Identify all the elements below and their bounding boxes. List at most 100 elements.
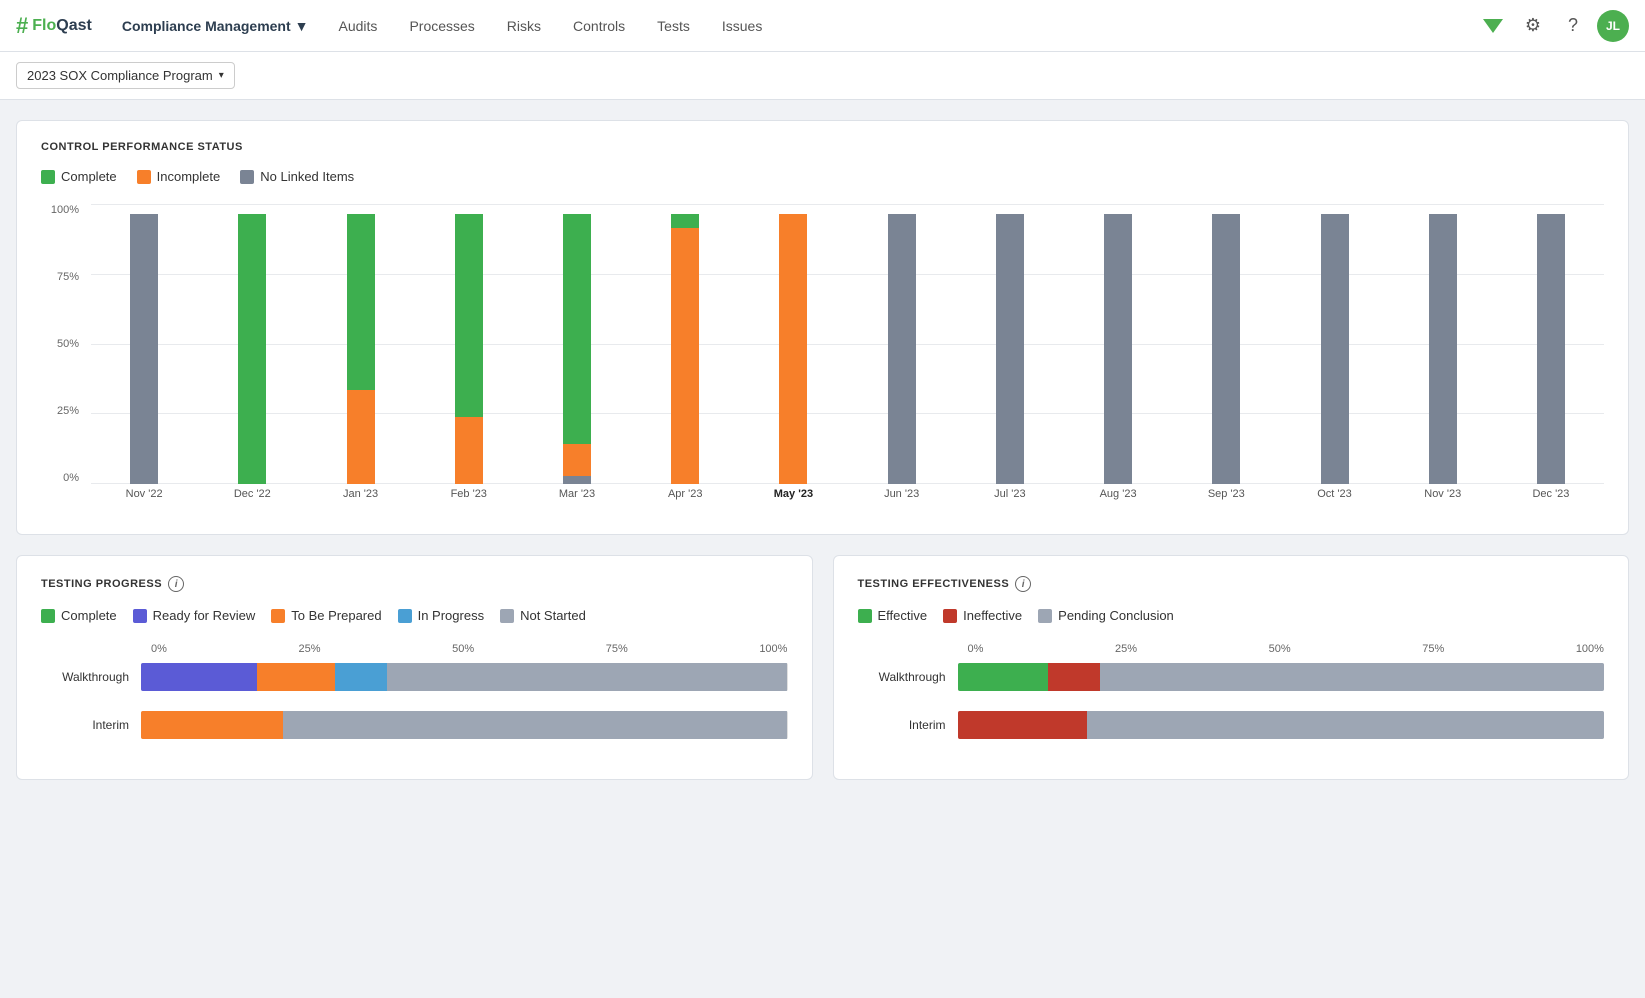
h-bar-label-0: Walkthrough (41, 670, 141, 684)
nav-risks[interactable]: Risks (495, 12, 553, 40)
complete-dot-icon (41, 170, 55, 184)
legend-no-linked: No Linked Items (240, 169, 354, 184)
tp-legend-in-progress: In Progress (398, 608, 484, 623)
tp-tobeprepared-icon (271, 609, 285, 623)
logo-text: FloQast (32, 17, 92, 35)
bottom-row: TESTING PROGRESS i Complete Ready for Re… (16, 555, 1629, 780)
tp-legend-ready: Ready for Review (133, 608, 256, 623)
bar-col-Nov--23 (1390, 204, 1496, 484)
program-label: 2023 SOX Compliance Program (27, 68, 213, 83)
program-selector[interactable]: 2023 SOX Compliance Program ▾ (16, 62, 235, 89)
x-label-Apr--23: Apr '23 (632, 484, 738, 500)
no-linked-segment (563, 476, 591, 484)
x-label-Jun--23: Jun '23 (849, 484, 955, 500)
testing-effectiveness-title: TESTING EFFECTIVENESS (858, 578, 1010, 590)
bar-col-May--23 (740, 204, 846, 484)
nav-audits[interactable]: Audits (327, 12, 390, 40)
y-axis: 100% 75% 50% 25% 0% (41, 204, 87, 484)
question-icon: ? (1568, 15, 1578, 36)
bar-col-Sep--23 (1173, 204, 1279, 484)
settings-button[interactable]: ⚙ (1517, 10, 1549, 42)
tp-x-axis: 0% 25% 50% 75% 100% (41, 643, 788, 655)
bars-container (91, 204, 1604, 484)
incomplete-dot-icon (137, 170, 151, 184)
testing-progress-legend: Complete Ready for Review To Be Prepared… (41, 608, 788, 623)
testing-progress-title: TESTING PROGRESS (41, 578, 162, 590)
no-linked-segment (130, 214, 158, 484)
nav-tests[interactable]: Tests (645, 12, 702, 40)
nav-processes[interactable]: Processes (397, 12, 486, 40)
no-linked-segment (1537, 214, 1565, 484)
control-performance-card: CONTROL PERFORMANCE STATUS Complete Inco… (16, 120, 1629, 535)
h-bar-track-1 (141, 711, 788, 739)
main-content: CONTROL PERFORMANCE STATUS Complete Inco… (0, 100, 1645, 800)
h-bar-seg-0-3 (335, 663, 387, 691)
tp-legend-to-be-prepared: To Be Prepared (271, 608, 381, 623)
x-label-Oct--23: Oct '23 (1281, 484, 1387, 500)
nav-issues[interactable]: Issues (710, 12, 774, 40)
h-bar-seg-0-2 (1100, 663, 1604, 691)
testing-progress-info-icon[interactable]: i (168, 576, 184, 592)
tp-notstarted-icon (500, 609, 514, 623)
h-bar-row-0: Walkthrough (41, 663, 788, 691)
bar-col-Jul--23 (957, 204, 1063, 484)
complete-segment (455, 214, 483, 417)
no-linked-segment (996, 214, 1024, 484)
bar-col-Feb--23 (416, 204, 522, 484)
h-bar-row-1: Interim (41, 711, 788, 739)
x-label-Jan--23: Jan '23 (307, 484, 413, 500)
control-performance-title: CONTROL PERFORMANCE STATUS (41, 141, 1604, 153)
x-label-Jul--23: Jul '23 (957, 484, 1063, 500)
bar-col-Aug--23 (1065, 204, 1171, 484)
legend-complete: Complete (41, 169, 117, 184)
complete-segment (238, 214, 266, 484)
x-label-Nov--22: Nov '22 (91, 484, 197, 500)
x-labels-row: Nov '22Dec '22Jan '23Feb '23Mar '23Apr '… (91, 484, 1604, 514)
no-linked-segment (1429, 214, 1457, 484)
tp-inprogress-icon (398, 609, 412, 623)
logo[interactable]: # FloQast (16, 13, 92, 39)
h-bar-seg-0-0 (958, 663, 1049, 691)
bar-col-Jun--23 (849, 204, 955, 484)
h-bar-seg-1-4 (283, 711, 787, 739)
testing-effectiveness-info-icon[interactable]: i (1015, 576, 1031, 592)
te-pending-icon (1038, 609, 1052, 623)
x-label-Sep--23: Sep '23 (1173, 484, 1279, 500)
help-button[interactable]: ? (1557, 10, 1589, 42)
x-label-Dec--22: Dec '22 (199, 484, 305, 500)
user-avatar[interactable]: JL (1597, 10, 1629, 42)
control-performance-legend: Complete Incomplete No Linked Items (41, 169, 1604, 184)
h-bar-label-1: Interim (858, 718, 958, 732)
te-ineffective-icon (943, 609, 957, 623)
no-linked-segment (1321, 214, 1349, 484)
h-bar-row-1: Interim (858, 711, 1605, 739)
tp-ready-icon (133, 609, 147, 623)
incomplete-segment (455, 417, 483, 485)
filter-icon (1483, 19, 1503, 33)
x-label-Nov--23: Nov '23 (1390, 484, 1496, 500)
nav-controls[interactable]: Controls (561, 12, 637, 40)
h-bar-seg-0-1 (1048, 663, 1100, 691)
h-bar-label-1: Interim (41, 718, 141, 732)
incomplete-segment (563, 444, 591, 476)
complete-label: Complete (61, 169, 117, 184)
no-linked-segment (1212, 214, 1240, 484)
bar-col-Dec--23 (1498, 204, 1604, 484)
incomplete-segment (671, 228, 699, 485)
legend-incomplete: Incomplete (137, 169, 221, 184)
h-bar-label-0: Walkthrough (858, 670, 958, 684)
compliance-management-dropdown[interactable]: Compliance Management ▼ (112, 12, 319, 40)
h-bar-track-1 (958, 711, 1605, 739)
h-bar-seg-1-1 (958, 711, 1087, 739)
complete-segment (671, 214, 699, 228)
complete-segment (347, 214, 375, 390)
bar-col-Mar--23 (524, 204, 630, 484)
no-linked-dot-icon (240, 170, 254, 184)
testing-progress-card: TESTING PROGRESS i Complete Ready for Re… (16, 555, 813, 780)
testing-effectiveness-card: TESTING EFFECTIVENESS i Effective Ineffe… (833, 555, 1630, 780)
h-bar-seg-0-4 (387, 663, 788, 691)
te-x-axis: 0% 25% 50% 75% 100% (858, 643, 1605, 655)
te-legend-effective: Effective (858, 608, 928, 623)
incomplete-segment (347, 390, 375, 485)
filter-button[interactable] (1477, 10, 1509, 42)
